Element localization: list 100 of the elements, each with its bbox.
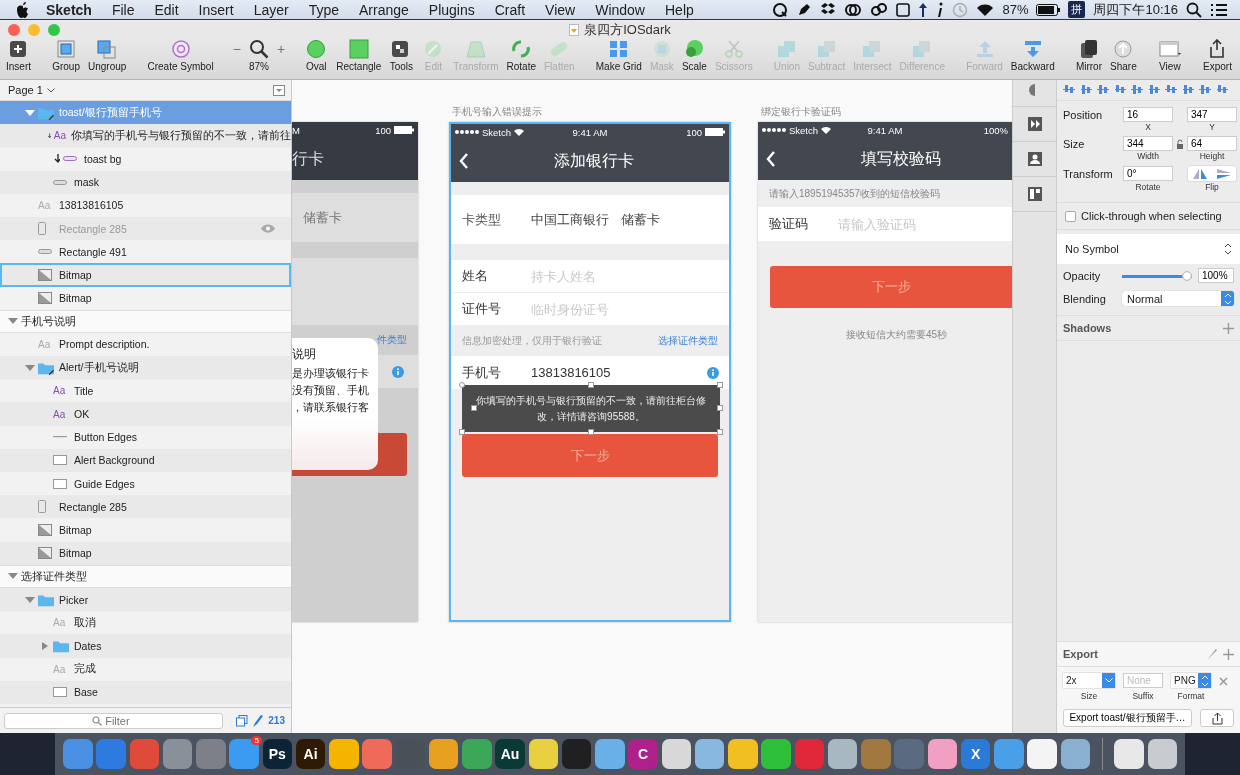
app-icon[interactable] xyxy=(728,739,758,769)
align-icon[interactable] xyxy=(1199,84,1211,96)
remove-icon[interactable] xyxy=(1219,677,1228,686)
app-icon[interactable] xyxy=(1147,739,1178,769)
arrow-up-icon[interactable] xyxy=(918,1,929,18)
suffix-field[interactable]: None xyxy=(1123,673,1163,688)
align-icon[interactable] xyxy=(1131,84,1143,96)
app-icon[interactable] xyxy=(694,739,725,769)
toolbar-button[interactable]: Ungroup xyxy=(85,39,129,77)
app-icon[interactable]: 5 xyxy=(229,739,259,769)
app-icon[interactable]: Au xyxy=(495,739,525,769)
toolbar-button[interactable]: Rectangle xyxy=(334,39,384,77)
checkbox[interactable] xyxy=(1065,210,1076,222)
search-icon[interactable] xyxy=(1186,1,1202,18)
layer-row[interactable]: mask xyxy=(0,170,291,194)
disclosure-triangle-icon[interactable] xyxy=(8,317,18,326)
resize-handle[interactable] xyxy=(459,382,465,388)
toolbar-button[interactable]: Rotate xyxy=(504,39,538,77)
filter-field[interactable]: Filter xyxy=(105,714,136,727)
lock-icon[interactable] xyxy=(1176,138,1184,149)
menu-item[interactable]: View xyxy=(545,1,576,18)
slider-thumb[interactable] xyxy=(1182,270,1192,281)
layer-row[interactable]: Aa OK xyxy=(0,402,291,426)
disclosure-triangle-icon[interactable] xyxy=(25,108,35,117)
search-box[interactable]: Filter xyxy=(4,712,224,729)
artboard-row[interactable]: 手机号说明 xyxy=(0,309,291,333)
toolbar-button[interactable]: Scale xyxy=(679,39,709,77)
copy-icon[interactable] xyxy=(236,714,249,727)
plus-icon[interactable] xyxy=(1223,648,1234,660)
app-icon[interactable]: X xyxy=(960,739,991,769)
app-icon[interactable] xyxy=(528,739,559,769)
sidebar-button[interactable] xyxy=(1013,176,1056,212)
align-icon[interactable] xyxy=(1148,84,1160,96)
opacity-field[interactable]: 100% xyxy=(1198,268,1234,283)
resize-handle[interactable] xyxy=(717,429,723,435)
page-selector[interactable]: Page 1 xyxy=(8,84,55,96)
pen-icon[interactable] xyxy=(796,1,813,18)
app-icon[interactable] xyxy=(661,739,692,769)
toolbar-button[interactable]: Oval xyxy=(302,39,331,77)
circles-icon[interactable] xyxy=(870,1,889,18)
layer-row[interactable]: Base xyxy=(0,680,291,704)
menu-icon[interactable] xyxy=(1210,2,1228,17)
menu-item[interactable]: Type xyxy=(308,1,339,18)
menu-item[interactable]: Edit xyxy=(154,1,179,18)
layer-row[interactable]: Picker xyxy=(0,587,291,612)
layer-row[interactable]: Aa 你填写的手机号与银行预留的不一致，请前往 xyxy=(0,124,291,148)
disclosure-triangle-icon[interactable] xyxy=(40,641,50,650)
disclosure-triangle-icon[interactable] xyxy=(25,363,35,372)
menu-item[interactable]: Plugins xyxy=(428,1,475,18)
toolbar-button[interactable]: View xyxy=(1155,39,1184,77)
zoom-out-button[interactable]: − xyxy=(232,41,241,57)
x-field[interactable]: 16 xyxy=(1123,107,1173,122)
toolbar-button[interactable]: Create Symbol xyxy=(145,39,216,77)
wifi-icon[interactable] xyxy=(976,2,995,17)
resize-handle[interactable] xyxy=(459,429,465,435)
symbol-dropdown[interactable]: No Symbol xyxy=(1057,234,1240,264)
layer-row[interactable]: Alert/手机号说明 xyxy=(0,356,291,380)
artboard-title[interactable]: 绑定银行卡验证码 xyxy=(761,105,841,119)
app-icon[interactable] xyxy=(927,739,958,769)
toolbar-button[interactable]: Export xyxy=(1201,39,1234,77)
resize-handle[interactable] xyxy=(471,405,477,411)
app-icon[interactable]: C xyxy=(628,739,658,769)
toolbar-button[interactable]: Make Grid xyxy=(593,39,644,77)
app-icon[interactable] xyxy=(761,739,791,769)
menu-item[interactable]: Arrange xyxy=(359,1,409,18)
back-icon[interactable] xyxy=(459,153,469,169)
artboard-row[interactable]: 选择证件类型 xyxy=(0,564,291,588)
toolbar-button[interactable]: Backward xyxy=(1008,39,1057,77)
back-icon[interactable] xyxy=(766,151,776,167)
menu-item[interactable]: Insert xyxy=(198,1,234,18)
width-field[interactable]: 344 xyxy=(1123,136,1173,151)
height-field[interactable]: 64 xyxy=(1187,136,1237,151)
app-icon[interactable] xyxy=(1114,739,1144,769)
size-dropdown[interactable]: 2x xyxy=(1063,673,1115,688)
clock-text[interactable]: 周四下午10:16 xyxy=(1093,0,1178,19)
rings-icon[interactable] xyxy=(844,1,863,18)
menu-item[interactable]: Layer xyxy=(253,1,289,18)
align-icon[interactable] xyxy=(1080,84,1092,96)
layer-row[interactable]: Rectangle 285 xyxy=(0,495,291,519)
toolbar-button[interactable]: Mirror xyxy=(1073,39,1104,77)
app-icon[interactable] xyxy=(428,739,459,769)
rotate-field[interactable]: 0° xyxy=(1123,166,1173,181)
align-icon[interactable] xyxy=(1063,84,1075,96)
layer-row[interactable]: Alert Background xyxy=(0,448,291,472)
app-icon[interactable]: Ps xyxy=(262,739,293,769)
align-icon[interactable] xyxy=(1182,84,1194,96)
resize-handle[interactable] xyxy=(588,382,594,388)
y-field[interactable]: 347 xyxy=(1187,107,1237,122)
export-button[interactable]: Export toast/银行预留手… xyxy=(1063,709,1192,727)
disclosure-triangle-icon[interactable] xyxy=(8,572,18,581)
plus-icon[interactable] xyxy=(1223,322,1234,334)
blending-dropdown[interactable]: Normal xyxy=(1122,291,1234,306)
menu-item[interactable]: Craft xyxy=(494,1,526,18)
menu-item[interactable]: File xyxy=(111,1,135,18)
layer-row[interactable]: Bitmap xyxy=(0,263,291,287)
close-button[interactable] xyxy=(8,23,20,36)
link[interactable]: 选择证件类型 xyxy=(658,334,718,348)
eye-icon[interactable] xyxy=(261,224,275,234)
layer-row[interactable]: Dates xyxy=(0,634,291,658)
collapse-icon[interactable] xyxy=(273,84,285,96)
